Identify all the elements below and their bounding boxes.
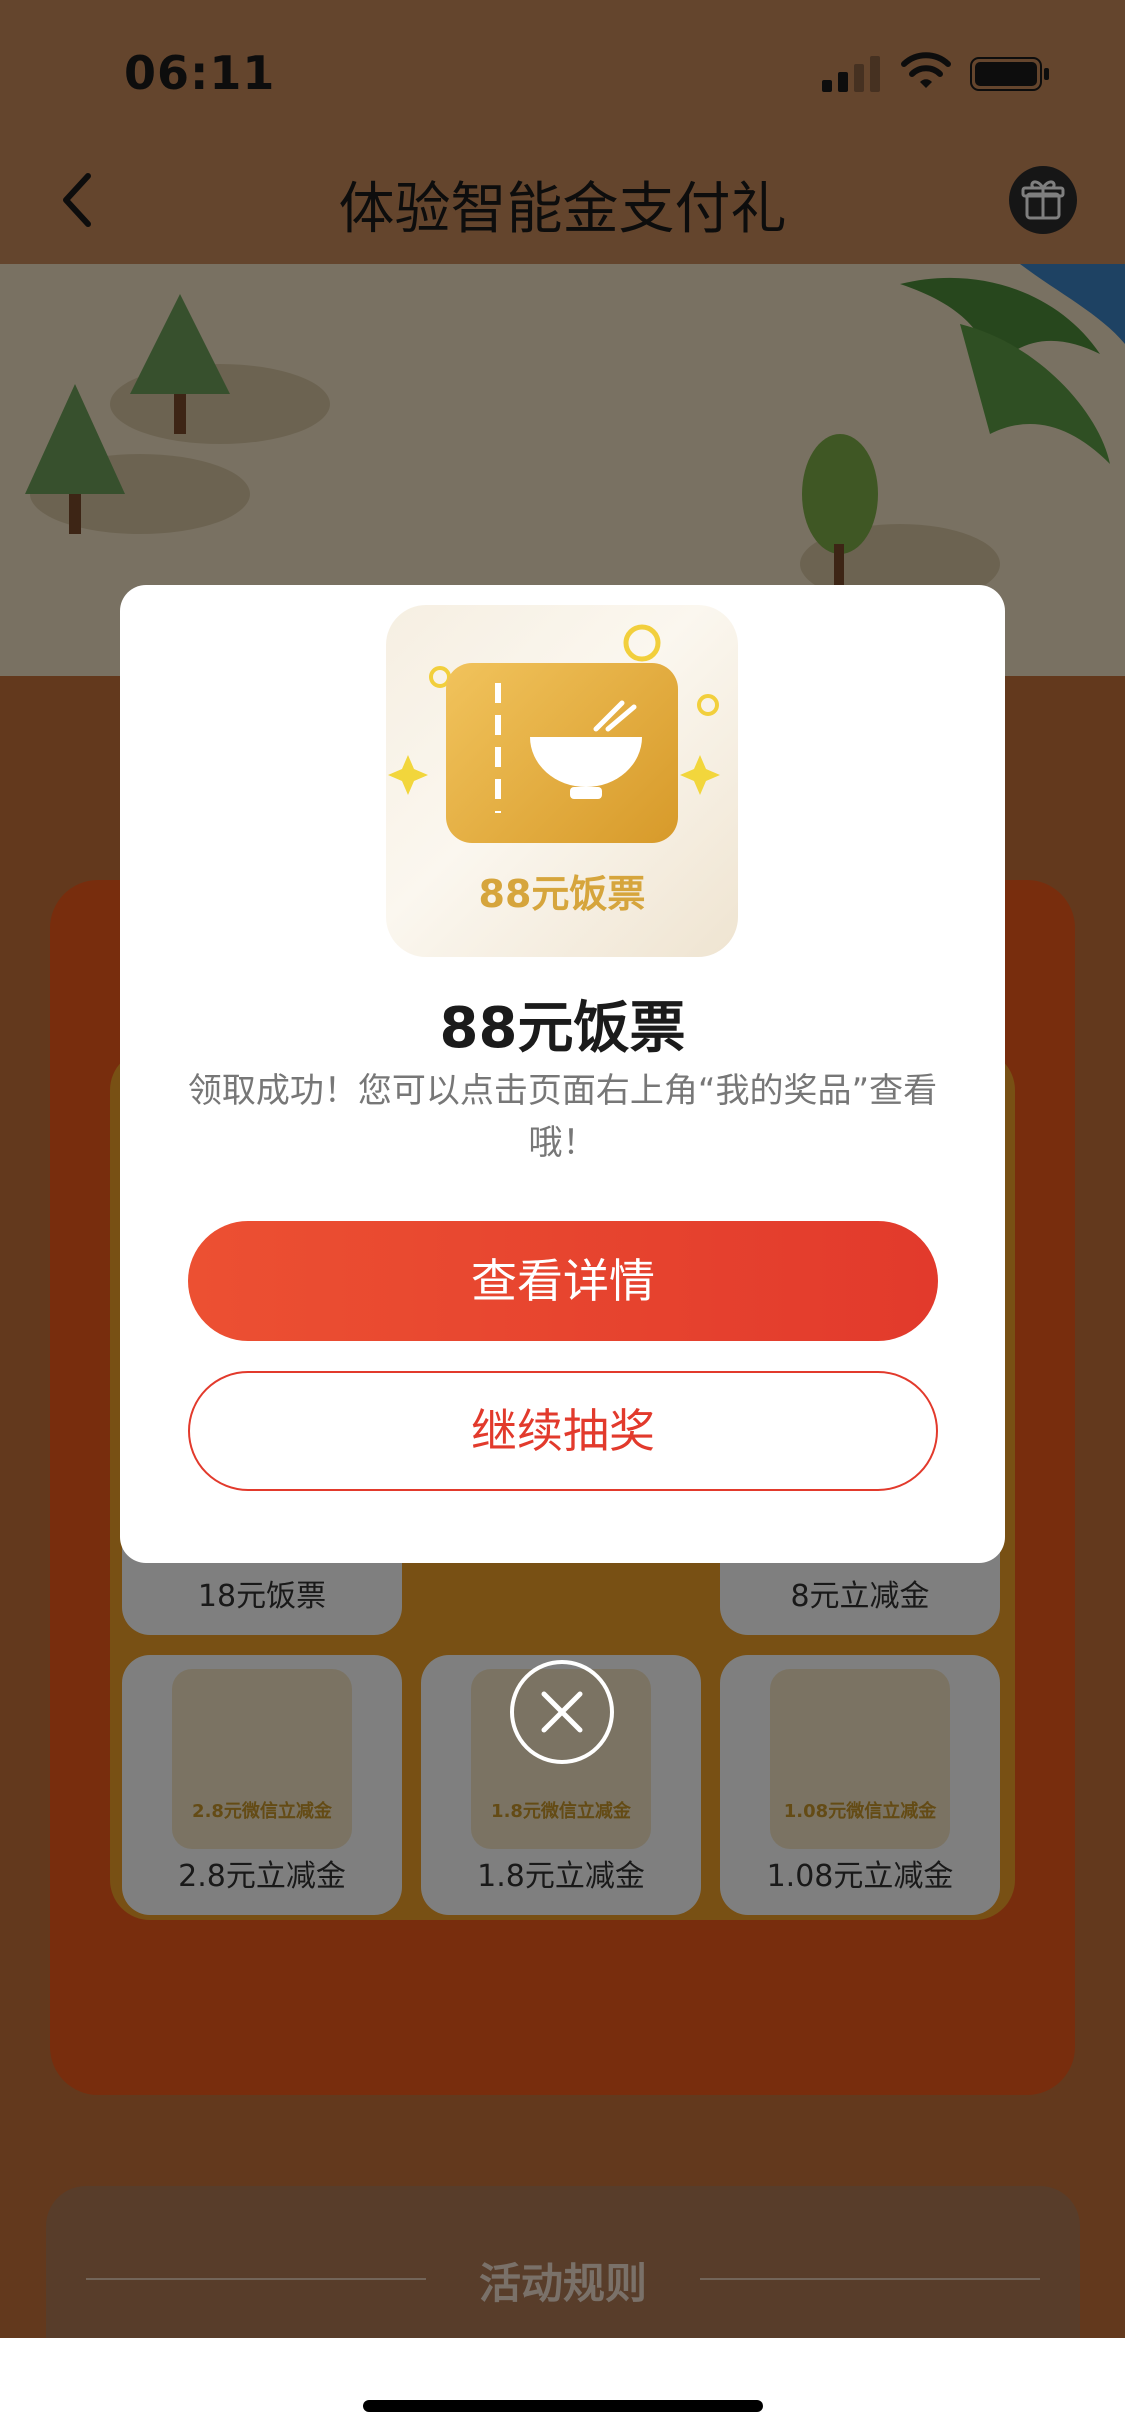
home-indicator[interactable] [363,2400,763,2412]
ticket-shape [446,663,678,843]
rice-bowl-icon [495,683,642,813]
prize-image-caption: 88元饭票 [478,872,646,916]
view-details-button[interactable]: 查看详情 [188,1221,938,1341]
prize-name: 88元饭票 [439,996,686,1061]
close-icon [541,1691,583,1733]
prize-image: 88元饭票 [386,605,738,957]
prize-dialog: 88元饭票 88元饭票 领取成功！您可以点击页面右上角“我的奖品”查看哦！ 查看… [120,585,1005,1563]
prize-description: 领取成功！您可以点击页面右上角“我的奖品”查看哦！ [187,1071,938,1163]
home-indicator-area [0,2338,1125,2435]
close-dialog-button[interactable] [510,1660,614,1764]
continue-draw-button[interactable]: 继续抽奖 [188,1371,938,1491]
